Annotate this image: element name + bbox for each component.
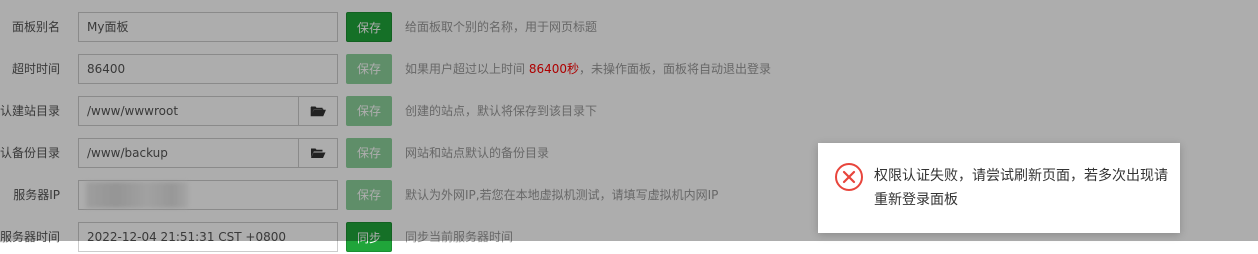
error-circle-icon	[835, 163, 863, 191]
error-toast: 权限认证失败，请尝试刷新页面，若多次出现请重新登录面板	[818, 143, 1180, 233]
error-toast-message: 权限认证失败，请尝试刷新页面，若多次出现请重新登录面板	[874, 168, 1168, 208]
